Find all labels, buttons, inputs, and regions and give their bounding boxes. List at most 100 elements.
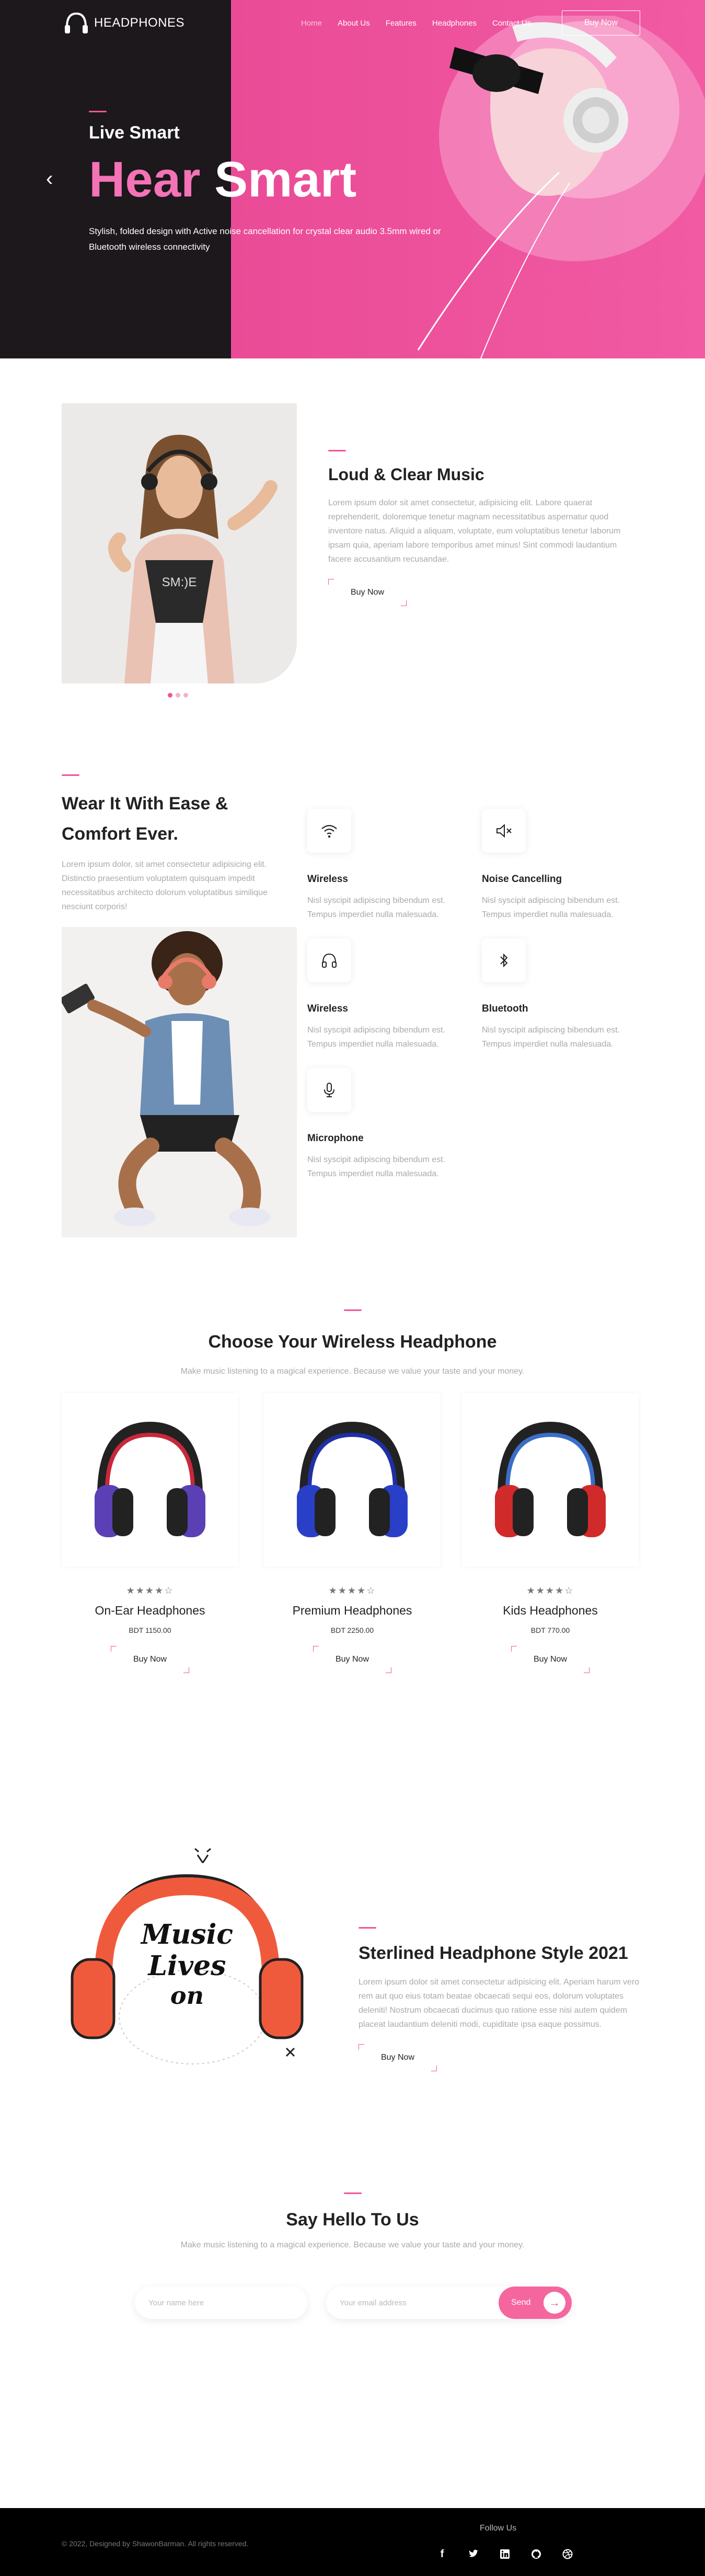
dribbble-icon[interactable] (558, 2545, 577, 2563)
hero-title-white: Smart (214, 152, 357, 207)
product-name: On-Ear Headphones (95, 1604, 205, 1617)
name-input[interactable] (135, 2287, 307, 2319)
product-price: BDT 770.00 (530, 1626, 570, 1634)
chevron-left-icon[interactable]: ‹ (46, 168, 59, 189)
hero-title-pink: Hear (89, 152, 201, 207)
product-price: BDT 2250.00 (330, 1626, 374, 1634)
feature-card: Microphone Nisl syscipit adipiscing bibe… (307, 1068, 475, 1181)
feature-text: Nisl syscipit adipiscing bibendum est. T… (307, 896, 446, 919)
rating-stars: ★★★★☆ (328, 1585, 376, 1596)
linkedin-icon[interactable] (495, 2545, 514, 2563)
svg-text:SM:)E: SM:)E (162, 575, 197, 589)
feature-text: Nisl syscipit adipiscing bibendum est. T… (482, 896, 620, 919)
hero-subtitle: Live Smart (89, 123, 180, 143)
product-name: Premium Headphones (292, 1604, 412, 1617)
products-header: Choose Your Wireless Headphone Make musi… (0, 1309, 705, 1376)
social-links: f (433, 2545, 577, 2563)
microphone-icon (307, 1068, 351, 1112)
carousel-dot[interactable] (168, 693, 172, 698)
style-buy-now-button[interactable]: Buy Now (359, 2044, 437, 2071)
accent-line (62, 774, 79, 776)
features-body: Lorem ipsum dolor, sit amet consectetur … (62, 860, 268, 911)
style-body: Lorem ipsum dolor sit amet consectetur a… (359, 1978, 640, 2029)
send-button[interactable]: Send → (499, 2287, 572, 2319)
facebook-icon[interactable]: f (433, 2545, 452, 2563)
style-text: Sterlined Headphone Style 2021 Lorem ips… (359, 1927, 651, 2071)
nav-features[interactable]: Features (386, 19, 417, 28)
feature-card: Bluetooth Nisl syscipit adipiscing biben… (482, 938, 649, 1051)
carousel-dot[interactable] (176, 693, 180, 698)
feature-title: Microphone (307, 1133, 364, 1144)
feature-title: Wireless (307, 1003, 348, 1014)
products-section: Choose Your Wireless Headphone Make musi… (0, 1289, 705, 1780)
headphone-icon (307, 938, 351, 982)
nav-contact[interactable]: Contact Us (492, 19, 531, 28)
nav-headphones[interactable]: Headphones (432, 19, 477, 28)
brand-logo[interactable]: HEADPHONES (62, 8, 184, 38)
github-icon[interactable] (527, 2545, 546, 2563)
product-buy-now-button[interactable]: Buy Now (511, 1646, 590, 1673)
accent-line (359, 1927, 376, 1929)
speaker-mute-icon (482, 809, 526, 853)
rating-stars: ★★★★☆ (126, 1585, 174, 1596)
features-section: Wear It With Ease & Comfort Ever. Lorem … (0, 724, 705, 1289)
accent-line (89, 111, 107, 112)
music-lives-on-illustration: Music Lives on (71, 1848, 304, 2064)
email-input[interactable] (326, 2287, 499, 2319)
woman-listening-image (62, 927, 297, 1237)
hero-description: Stylish, folded design with Active noise… (89, 226, 441, 252)
products-subtitle: Make music listening to a magical experi… (180, 1367, 525, 1376)
bluetooth-icon (482, 938, 526, 982)
svg-text:Lives: Lives (147, 1950, 226, 1982)
product-card: ★★★★☆ Premium Headphones BDT 2250.00 Buy… (264, 1393, 441, 1673)
feature-text: Nisl syscipit adipiscing bibendum est. T… (482, 1026, 620, 1049)
feature-title: Wireless (307, 874, 348, 885)
headphone-logo-icon (65, 12, 88, 33)
carousel-dots (168, 693, 188, 698)
nav-about[interactable]: About Us (338, 19, 370, 28)
product-image[interactable] (62, 1393, 238, 1567)
woman-dancing-image: SM:)E (62, 403, 297, 683)
product-image[interactable] (462, 1393, 639, 1567)
nav-buy-now-button[interactable]: Buy Now (562, 10, 640, 36)
feature-title: Noise Cancelling (482, 874, 562, 885)
accent-line (328, 450, 346, 451)
main-nav: Home About Us Features Headphones Contac… (301, 19, 531, 28)
copyright-text: © 2022, Designed by ShawonBarman. All ri… (62, 2539, 249, 2548)
contact-form: Send → (135, 2287, 572, 2319)
contact-title: Say Hello To Us (286, 2210, 419, 2230)
carousel-dot[interactable] (183, 693, 188, 698)
twitter-icon[interactable] (464, 2545, 483, 2563)
hero-title: Hear Smart (89, 155, 455, 205)
contact-section: Say Hello To Us Make music listening to … (0, 2192, 705, 2508)
send-label: Send (511, 2298, 531, 2307)
product-buy-now-button[interactable]: Buy Now (111, 1646, 189, 1673)
contact-subtitle: Make music listening to a magical experi… (180, 2241, 525, 2249)
arrow-right-icon: → (544, 2292, 565, 2314)
feature-card: Wireless Nisl syscipit adipiscing bibend… (307, 809, 475, 922)
about-title: Loud & Clear Music (328, 465, 484, 484)
about-text: Loud & Clear Music Lorem ipsum dolor sit… (328, 450, 642, 606)
features-intro: Wear It With Ease & Comfort Ever. Lorem … (62, 774, 297, 914)
product-price: BDT 1150.00 (129, 1626, 171, 1634)
accent-line (343, 1309, 362, 1311)
brand-name: HEADPHONES (94, 16, 185, 30)
feature-title: Bluetooth (482, 1003, 528, 1014)
about-section: SM:)E Loud & Clear Music Lorem ipsum dol… (0, 358, 705, 724)
about-body: Lorem ipsum dolor sit amet consectetur, … (328, 498, 621, 564)
wifi-icon (307, 809, 351, 853)
style-title: Sterlined Headphone Style 2021 (359, 1943, 628, 1963)
hero-section: HEADPHONES Home About Us Features Headph… (0, 0, 705, 358)
accent-line (343, 2192, 362, 2194)
feature-card: Wireless Nisl syscipit adipiscing bibend… (307, 938, 475, 1051)
footer: © 2022, Designed by ShawonBarman. All ri… (0, 2508, 705, 2576)
nav-home[interactable]: Home (301, 19, 322, 28)
product-image[interactable] (264, 1393, 441, 1567)
features-title: Wear It With Ease & Comfort Ever. (62, 794, 228, 844)
svg-text:Music: Music (140, 1919, 233, 1951)
rating-stars: ★★★★☆ (526, 1585, 574, 1596)
feature-text: Nisl syscipit adipiscing bibendum est. T… (307, 1155, 446, 1178)
contact-header: Say Hello To Us Make music listening to … (0, 2192, 705, 2250)
about-buy-now-button[interactable]: Buy Now (328, 579, 407, 606)
product-buy-now-button[interactable]: Buy Now (313, 1646, 391, 1673)
